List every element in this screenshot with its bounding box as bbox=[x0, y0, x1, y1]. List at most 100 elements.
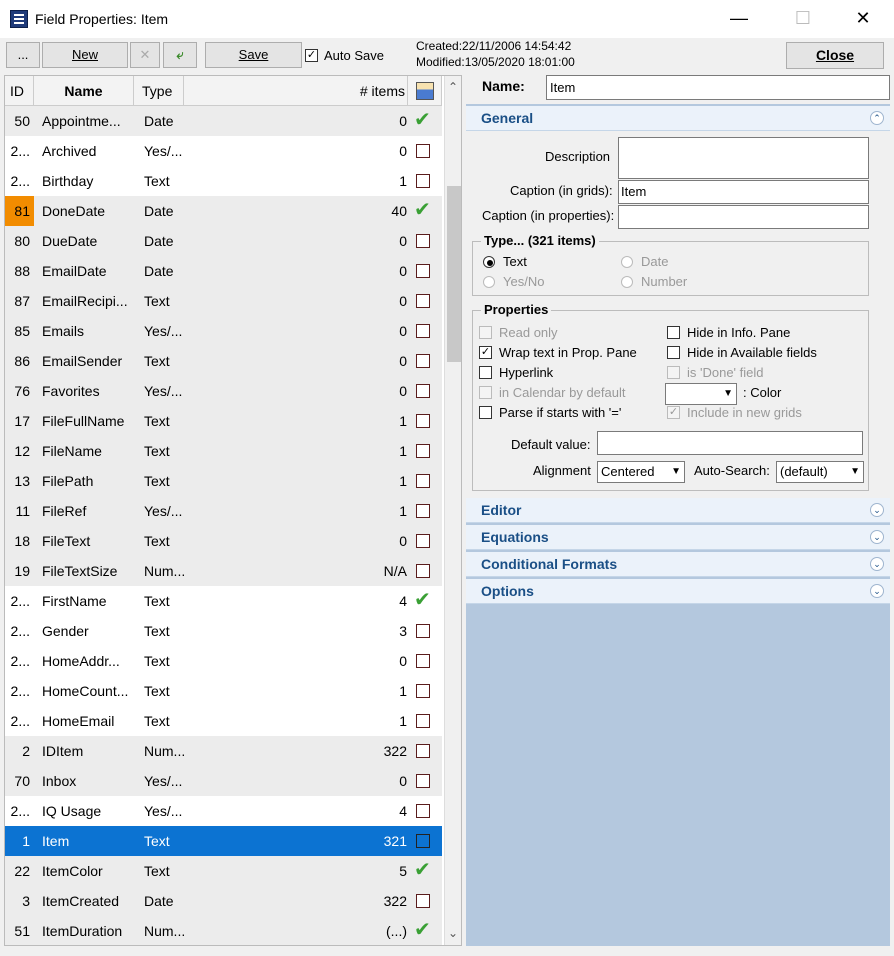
table-row[interactable]: 3 ItemCreated Date 322 bbox=[5, 886, 442, 916]
row-checkbox[interactable] bbox=[416, 796, 432, 826]
table-row[interactable]: 2... Gender Text 3 bbox=[5, 616, 442, 646]
row-checkbox[interactable] bbox=[416, 406, 432, 436]
minimize-icon[interactable]: — bbox=[716, 0, 762, 38]
table-row[interactable]: 11 FileRef Yes/... 1 bbox=[5, 496, 442, 526]
row-checkbox[interactable] bbox=[416, 436, 432, 466]
row-checkbox[interactable] bbox=[416, 346, 432, 376]
name-field[interactable]: Item bbox=[546, 75, 890, 100]
section-general[interactable]: General ⌃ bbox=[466, 106, 890, 131]
table-row[interactable]: 80 DueDate Date 0 bbox=[5, 226, 442, 256]
row-checkbox[interactable] bbox=[416, 766, 432, 796]
row-checkbox[interactable] bbox=[416, 706, 432, 736]
row-checkbox[interactable] bbox=[416, 526, 432, 556]
table-row[interactable]: 13 FilePath Text 1 bbox=[5, 466, 442, 496]
table-row[interactable]: 2... HomeAddr... Text 0 bbox=[5, 646, 442, 676]
table-row[interactable]: 76 Favorites Yes/... 0 bbox=[5, 376, 442, 406]
chevron-down-icon[interactable]: ⌄ bbox=[870, 530, 884, 544]
table-row[interactable]: 19 FileTextSize Num... N/A bbox=[5, 556, 442, 586]
section-editor[interactable]: Editor ⌄ bbox=[466, 498, 890, 523]
autosave-checkbox[interactable]: ✓ bbox=[305, 49, 318, 62]
row-checkbox[interactable] bbox=[416, 316, 432, 346]
row-checkbox[interactable] bbox=[416, 136, 432, 166]
table-row[interactable]: 70 Inbox Yes/... 0 bbox=[5, 766, 442, 796]
column-header-items[interactable]: # items bbox=[184, 76, 408, 106]
tick-icon[interactable]: ✔ bbox=[416, 586, 432, 616]
row-checkbox[interactable] bbox=[416, 676, 432, 706]
table-row[interactable]: 22 ItemColor Text 5 ✔ bbox=[5, 856, 442, 886]
row-checkbox[interactable] bbox=[416, 886, 432, 916]
table-row[interactable]: 87 EmailRecipi... Text 0 bbox=[5, 286, 442, 316]
table-row[interactable]: 2... FirstName Text 4 ✔ bbox=[5, 586, 442, 616]
menu-button[interactable]: ... bbox=[6, 42, 40, 68]
parse-if-checkbox[interactable] bbox=[479, 406, 492, 419]
type-number-radio[interactable] bbox=[621, 276, 633, 288]
table-row[interactable]: 86 EmailSender Text 0 bbox=[5, 346, 442, 376]
alignment-select[interactable]: Centered ▼ bbox=[597, 461, 685, 483]
type-yesno-radio[interactable] bbox=[483, 276, 495, 288]
table-row[interactable]: 18 FileText Text 0 bbox=[5, 526, 442, 556]
section-equations[interactable]: Equations ⌄ bbox=[466, 525, 890, 550]
chevron-down-icon[interactable]: ⌄ bbox=[870, 584, 884, 598]
maximize-icon[interactable]: ☐ bbox=[780, 0, 826, 38]
row-checkbox[interactable] bbox=[416, 496, 432, 526]
row-checkbox[interactable] bbox=[416, 466, 432, 496]
tick-icon[interactable]: ✔ bbox=[416, 916, 432, 945]
table-row[interactable]: 85 Emails Yes/... 0 bbox=[5, 316, 442, 346]
column-header-id[interactable]: ID bbox=[5, 76, 34, 106]
table-row[interactable]: 51 ItemDuration Num... (...) ✔ bbox=[5, 916, 442, 945]
row-checkbox[interactable] bbox=[416, 556, 432, 586]
default-value-field[interactable] bbox=[597, 431, 863, 455]
close-button[interactable]: Close bbox=[786, 42, 884, 69]
table-row[interactable]: 50 Appointme... Date 0 ✔ bbox=[5, 106, 442, 136]
wrap-text-checkbox[interactable]: ✓ bbox=[479, 346, 492, 359]
table-row[interactable]: 1 Item Text 321 bbox=[5, 826, 442, 856]
hyperlink-checkbox[interactable] bbox=[479, 366, 492, 379]
in-calendar-checkbox[interactable] bbox=[479, 386, 492, 399]
row-checkbox[interactable] bbox=[416, 616, 432, 646]
color-select[interactable]: ▼ bbox=[665, 383, 737, 405]
column-chooser-icon[interactable] bbox=[408, 76, 442, 106]
section-conditional-formats[interactable]: Conditional Formats ⌄ bbox=[466, 552, 890, 577]
chevron-up-icon[interactable]: ⌃ bbox=[448, 80, 458, 94]
new-button[interactable]: New bbox=[42, 42, 128, 68]
caption-properties-field[interactable] bbox=[618, 205, 869, 229]
table-row[interactable]: 2... HomeCount... Text 1 bbox=[5, 676, 442, 706]
read-only-checkbox[interactable] bbox=[479, 326, 492, 339]
chevron-down-icon[interactable]: ⌄ bbox=[870, 503, 884, 517]
table-row[interactable]: 12 FileName Text 1 bbox=[5, 436, 442, 466]
row-checkbox[interactable] bbox=[416, 736, 432, 766]
table-row[interactable]: 2... Birthday Text 1 bbox=[5, 166, 442, 196]
include-new-checkbox[interactable]: ✓ bbox=[667, 406, 680, 419]
row-checkbox[interactable] bbox=[416, 646, 432, 676]
close-icon[interactable]: ✕ bbox=[840, 0, 886, 38]
save-button[interactable]: Save bbox=[205, 42, 302, 68]
tick-icon[interactable]: ✔ bbox=[416, 856, 432, 886]
table-row[interactable]: 2 IDItem Num... 322 bbox=[5, 736, 442, 766]
back-arrow-icon[interactable]: ⤶ bbox=[163, 42, 197, 68]
row-checkbox[interactable] bbox=[416, 376, 432, 406]
tick-icon[interactable]: ✔ bbox=[416, 196, 432, 226]
caption-grids-field[interactable]: Item bbox=[618, 180, 869, 204]
is-done-checkbox[interactable] bbox=[667, 366, 680, 379]
column-header-type[interactable]: Type bbox=[134, 76, 184, 106]
row-checkbox[interactable] bbox=[416, 256, 432, 286]
chevron-down-icon[interactable]: ⌄ bbox=[870, 557, 884, 571]
scroll-thumb[interactable] bbox=[447, 186, 461, 362]
hide-info-checkbox[interactable] bbox=[667, 326, 680, 339]
row-checkbox[interactable] bbox=[416, 826, 432, 856]
chevron-up-icon[interactable]: ⌃ bbox=[870, 111, 884, 125]
table-row[interactable]: 88 EmailDate Date 0 bbox=[5, 256, 442, 286]
row-checkbox[interactable] bbox=[416, 226, 432, 256]
autosearch-select[interactable]: (default) ▼ bbox=[776, 461, 864, 483]
type-date-radio[interactable] bbox=[621, 256, 633, 268]
table-row[interactable]: 81 DoneDate Date 40 ✔ bbox=[5, 196, 442, 226]
row-checkbox[interactable] bbox=[416, 166, 432, 196]
vertical-scrollbar[interactable]: ⌃ ⌄ bbox=[444, 76, 461, 945]
description-field[interactable] bbox=[618, 137, 869, 179]
table-row[interactable]: 2... Archived Yes/... 0 bbox=[5, 136, 442, 166]
table-row[interactable]: 2... HomeEmail Text 1 bbox=[5, 706, 442, 736]
column-header-name[interactable]: Name bbox=[34, 76, 134, 106]
table-row[interactable]: 2... IQ Usage Yes/... 4 bbox=[5, 796, 442, 826]
delete-icon[interactable]: ✕ bbox=[130, 42, 160, 68]
chevron-down-icon[interactable]: ⌄ bbox=[448, 926, 458, 940]
